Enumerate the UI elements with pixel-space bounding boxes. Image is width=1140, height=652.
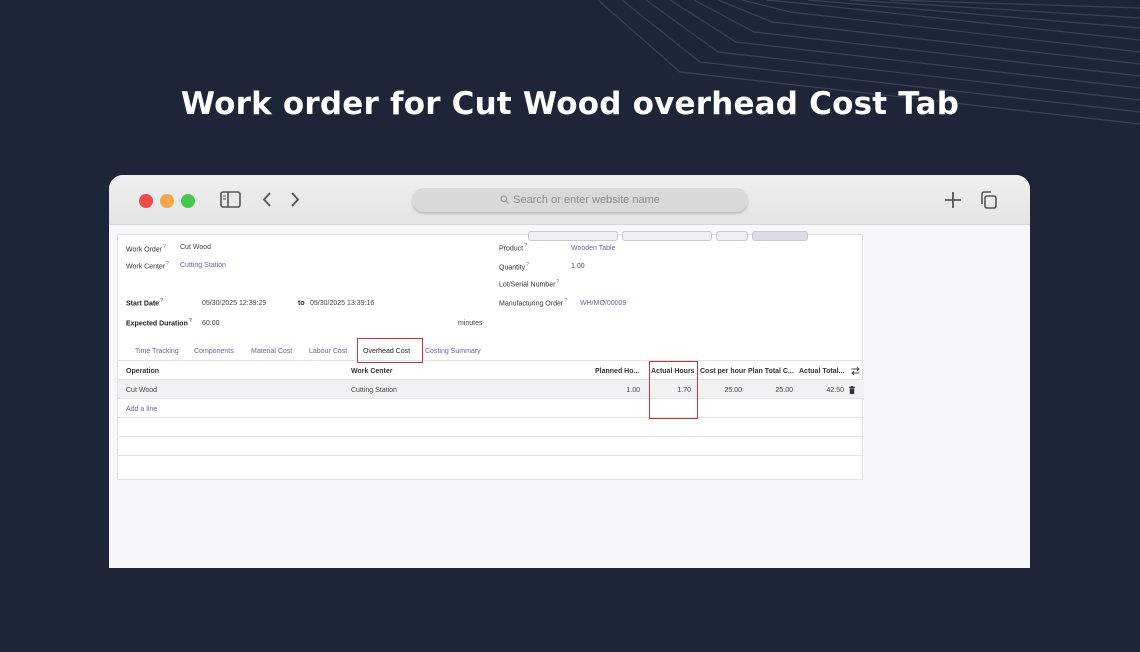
tab-components[interactable]: Components xyxy=(194,348,234,355)
browser-window: Search or enter website name Work Order?… xyxy=(109,175,1030,568)
actual-hours-highlight xyxy=(649,361,698,419)
forward-arrow-icon[interactable] xyxy=(290,191,300,208)
col-work-center[interactable]: Work Center xyxy=(351,368,393,375)
trash-icon[interactable] xyxy=(849,386,855,394)
sidebar-toggle-icon[interactable] xyxy=(220,191,241,208)
cell-operation: Cut Wood xyxy=(126,387,157,394)
search-icon xyxy=(500,195,509,204)
manufacturing-order-label: Manufacturing Order? xyxy=(499,298,567,308)
add-line-link[interactable]: Add a line xyxy=(126,406,157,413)
column-settings-icon[interactable] xyxy=(851,367,860,375)
work-center-label: Work Center? xyxy=(126,261,169,271)
tab-material-cost[interactable]: Material Cost xyxy=(251,348,292,355)
start-date-input[interactable]: 05/30/2025 12:39:29 xyxy=(202,300,266,307)
cell-planned-hours: 1.00 xyxy=(626,387,640,394)
new-tab-icon[interactable] xyxy=(944,191,962,209)
date-range-to-label: to xyxy=(298,300,305,307)
duration-unit: minutes xyxy=(458,320,483,327)
cell-plan-total: 25.00 xyxy=(775,387,793,394)
col-planned-hours[interactable]: Planned Ho... xyxy=(595,368,639,375)
manufacturing-order-link[interactable]: WH/MO/00009 xyxy=(580,300,626,307)
status-bar-strip xyxy=(528,231,868,241)
tab-costing-summary[interactable]: Costing Summary xyxy=(425,348,481,355)
overhead-tab-highlight xyxy=(357,338,423,363)
minimize-window-button[interactable] xyxy=(160,194,174,208)
cell-cost-per-hour: 25.00 xyxy=(724,387,742,394)
quantity-value: 1.00 xyxy=(571,263,585,270)
cell-work-center: Cutting Station xyxy=(351,387,397,394)
lot-serial-label: Lot/Serial Number? xyxy=(499,279,560,289)
maximize-window-button[interactable] xyxy=(181,194,195,208)
expected-duration-label: Expected Duration? xyxy=(126,318,192,328)
start-date-label: Start Date? xyxy=(126,298,164,308)
close-window-button[interactable] xyxy=(139,194,153,208)
end-date-input[interactable]: 05/30/2025 13:39:16 xyxy=(310,300,374,307)
empty-row xyxy=(118,418,864,437)
url-placeholder: Search or enter website name xyxy=(513,194,660,206)
back-arrow-icon[interactable] xyxy=(262,191,272,208)
col-cost-per-hour[interactable]: Cost per hour xyxy=(700,368,746,375)
browser-toolbar: Search or enter website name xyxy=(109,175,1030,225)
col-plan-total[interactable]: Plan Total C... xyxy=(748,368,794,375)
work-order-label: Work Order? xyxy=(126,244,166,254)
quantity-label: Quantity? xyxy=(499,262,529,272)
table-row[interactable] xyxy=(118,380,864,399)
page-content: Work Order? Cut Wood Work Center? Cuttin… xyxy=(109,225,1030,568)
tabs-overview-icon[interactable] xyxy=(979,191,998,210)
col-actual-total[interactable]: Actual Total... xyxy=(799,368,844,375)
product-label: Product? xyxy=(499,243,527,253)
empty-row xyxy=(118,437,864,456)
url-bar[interactable]: Search or enter website name xyxy=(412,188,748,212)
add-line-row xyxy=(118,399,864,418)
expected-duration-input[interactable]: 60:00 xyxy=(202,320,220,327)
tab-labour-cost[interactable]: Labour Cost xyxy=(309,348,347,355)
work-center-link[interactable]: Cutting Station xyxy=(180,262,226,269)
work-order-form: Work Order? Cut Wood Work Center? Cuttin… xyxy=(117,231,864,480)
cell-actual-total: 42.50 xyxy=(826,387,844,394)
tab-time-tracking[interactable]: Time Tracking xyxy=(135,348,179,355)
work-order-value: Cut Wood xyxy=(180,244,211,251)
product-link[interactable]: Wooden Table xyxy=(571,245,616,252)
hero-title: Work order for Cut Wood overhead Cost Ta… xyxy=(180,86,960,122)
col-operation[interactable]: Operation xyxy=(126,368,159,375)
